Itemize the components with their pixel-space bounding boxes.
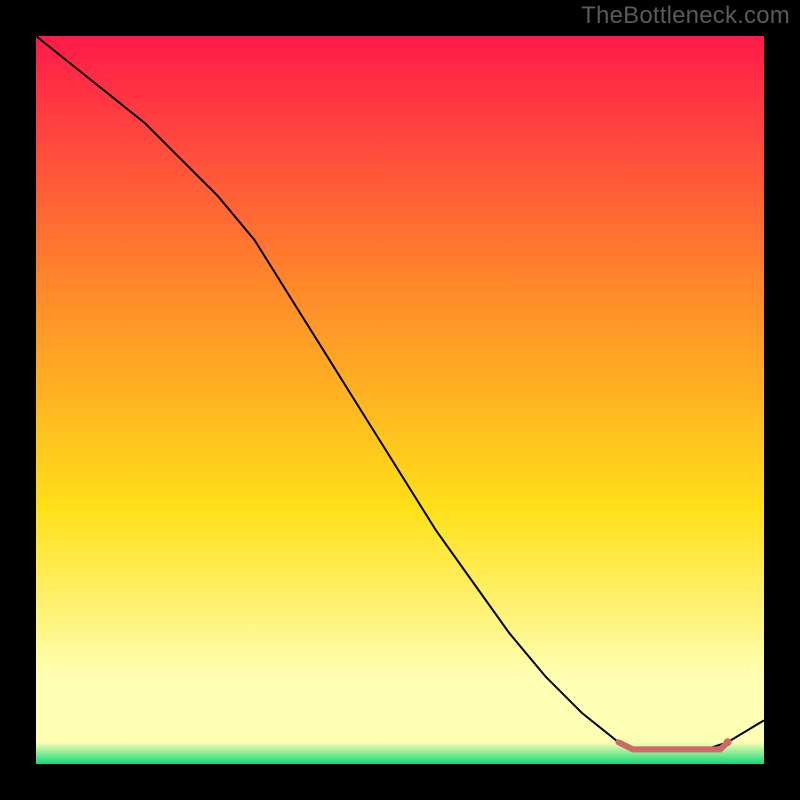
chart-svg [36,36,764,764]
highlight-end-dot [724,738,732,746]
chart-container: TheBottleneck.com [0,0,800,800]
watermark-text: TheBottleneck.com [581,2,790,30]
plot-area [36,36,764,764]
gradient-bg [36,36,764,764]
